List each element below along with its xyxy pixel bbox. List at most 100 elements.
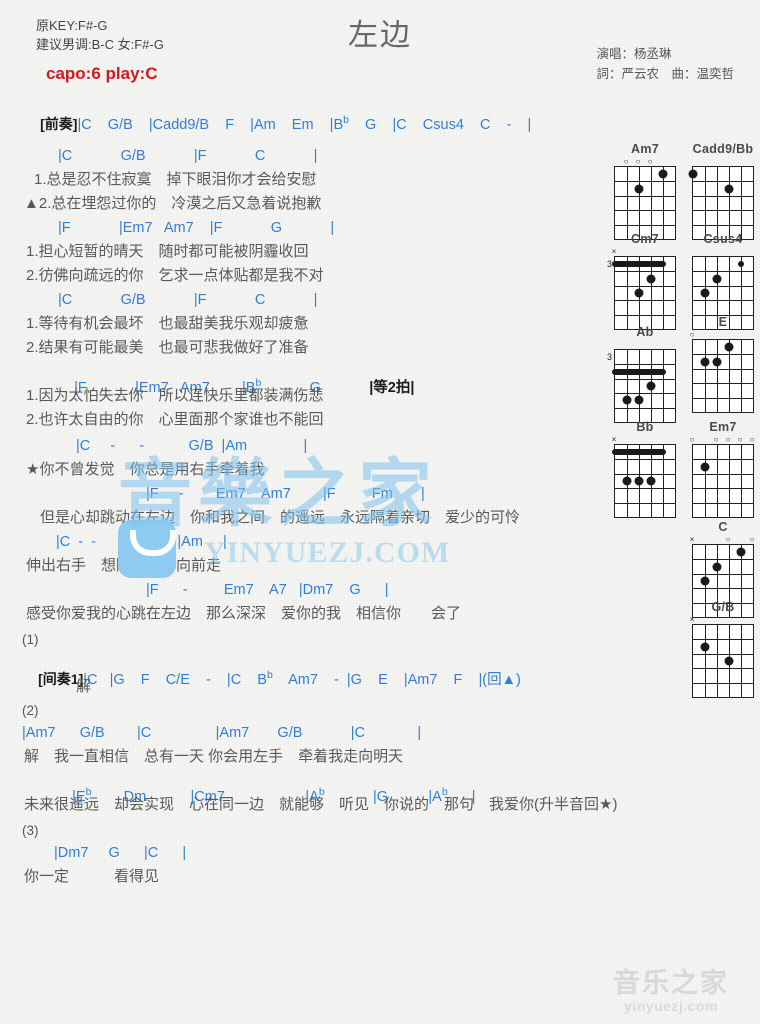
- fretboard: [688, 166, 754, 240]
- barre-bar: [612, 368, 666, 375]
- chord-diagram-am7: Am7 ○ ○ ○: [614, 142, 676, 240]
- barre-bar: [612, 449, 666, 456]
- interlude-chords: |C |G F C/E - |C B: [83, 672, 267, 688]
- chord-diagram-label: C: [718, 520, 728, 534]
- chord-diagram-label: Em7: [709, 420, 737, 434]
- chord-diagram-grid: ×: [612, 435, 676, 518]
- open-string-icon: ○: [623, 157, 629, 166]
- open-mute-markers: × ○ ○: [689, 535, 755, 544]
- chord-diagram-grid: × 3: [607, 247, 676, 330]
- fret-number: 3: [606, 259, 612, 270]
- chord-diagram-label: Csus4: [703, 232, 743, 246]
- fretboard: [614, 166, 676, 240]
- finger-dot: [634, 184, 644, 194]
- interlude-lyric: 解: [76, 678, 92, 695]
- barre-bar: [612, 261, 666, 268]
- verse3-lyric-1: 你一定 看得见: [24, 868, 160, 885]
- chord-diagram-grid: ○ ○ ○ ○ ○: [689, 435, 755, 518]
- finger-dot: [700, 357, 710, 367]
- chord-diagram-em7: Em7 ○ ○ ○ ○ ○: [689, 420, 755, 518]
- finger-dot: [634, 288, 644, 298]
- verse1-chords-1: |C G/B |F C |: [58, 148, 318, 164]
- verse1-lyric-6: 2.结果有可能最美 也最可悲我做好了准备: [26, 339, 309, 356]
- verse1-lyric-7: 1.因为太怕失去你 所以连快乐里都装满伤悲: [26, 387, 324, 404]
- open-mute-markers: ○ ○ ○ ○ ○: [689, 435, 755, 444]
- watermark-corner-en: yinyuezj.com: [624, 998, 718, 1014]
- finger-dot: [646, 274, 656, 284]
- intro-chords-cont: G |C Csus4 C - |: [348, 117, 532, 133]
- open-string-icon: ○: [737, 435, 743, 444]
- credits: 演唱：杨丞琳 詞：严云农 曲：温奕哲: [596, 44, 734, 84]
- open-mute-markers: ×: [689, 615, 754, 624]
- intro-chords: |C G/B |Cadd9/B F |Am Em |B: [77, 117, 344, 133]
- finger-dot: [658, 169, 668, 179]
- verse3-chords-1: |Dm7 G |C |: [54, 845, 187, 861]
- verse1-lyric-1: 1.总是忍不住寂寞 掉下眼泪你才会给安慰: [34, 171, 317, 188]
- open-string-icon: ○: [749, 535, 755, 544]
- chord-diagram-label: G/B: [711, 600, 735, 614]
- verse1-lyric-8: 2.也许太自由的你 心里面那个家谁也不能回: [26, 411, 324, 428]
- chord-diagram-e: E ○: [690, 315, 754, 413]
- finger-dot: [724, 184, 734, 194]
- finger-dot: [688, 169, 698, 179]
- open-string-icon: ○: [689, 435, 695, 444]
- singer: 演唱：杨丞琳: [596, 47, 672, 61]
- fretboard: [692, 339, 754, 413]
- fretboard: 3: [607, 256, 676, 330]
- watermark-center-en: YINYUEZJ.COM: [204, 536, 451, 569]
- verse1-chords-2: |F |Em7 Am7 |F G |: [58, 220, 335, 236]
- open-string-icon: ○: [725, 535, 731, 544]
- fretboard: [612, 444, 676, 518]
- chord-diagram-ab: Ab 3: [607, 325, 676, 423]
- chord-diagram-label: Cm7: [631, 232, 659, 246]
- muted-string-icon: ×: [611, 247, 617, 256]
- muted-string-icon: ×: [689, 615, 695, 624]
- open-mute-markers: [692, 247, 754, 256]
- verse1-chords-3: |C G/B |F C |: [58, 292, 318, 308]
- finger-dot: [712, 357, 722, 367]
- interlude-chords-cont: Am7 - |G E |Am7 F |(回▲): [272, 672, 521, 688]
- marker-2: (2): [22, 703, 39, 718]
- chord-diagram-cm7: Cm7 × 3: [607, 232, 676, 330]
- marker-1: (1): [22, 632, 39, 647]
- open-mute-markers: [614, 340, 676, 349]
- chord-diagram-grid: ○ ○ ○: [614, 157, 676, 240]
- chord-diagram-cadd9-bb: Cadd9/Bb: [688, 142, 754, 240]
- chord-diagram-grid: 3: [607, 340, 676, 423]
- finger-dot: [634, 476, 644, 486]
- chord-diagram-label: Bb: [636, 420, 654, 434]
- open-string-icon: ○: [749, 435, 755, 444]
- chord-diagram-label: E: [718, 315, 728, 329]
- finger-dot: [724, 656, 734, 666]
- capo-info: capo:6 play:C: [46, 64, 158, 83]
- verse1-lyric-3: 1.担心短暂的晴天 随时都可能被阴霾收回: [26, 243, 309, 260]
- finger-dot: [736, 547, 746, 557]
- open-string-icon: ○: [713, 435, 719, 444]
- open-string-icon: ○: [647, 157, 653, 166]
- finger-dot: [634, 395, 644, 405]
- chord-diagram-g-b: G/B ×: [689, 600, 754, 698]
- chord-diagram-label: Ab: [636, 325, 654, 339]
- open-mute-markers: ○ ○ ○: [614, 157, 676, 166]
- muted-string-icon: ×: [689, 535, 695, 544]
- finger-dot: [646, 476, 656, 486]
- fretboard: [692, 444, 754, 518]
- watermark-center: 音樂之家 YINYUEZJ.COM: [118, 452, 558, 572]
- fret-number: 3: [606, 352, 612, 363]
- watermark-corner: 音乐之家 yinyuezj.com: [596, 968, 746, 1014]
- verse2-lyric-2: 未来很遥远 却会实现 心在同一边 就能够 听见 你说的 那句 我爱你(升半音回★…: [24, 796, 618, 813]
- intro-line: [前奏]|C G/B |Cadd9/B F |Am Em |Bb G |C Cs…: [24, 100, 531, 149]
- interlude-line: [间奏1]|C |G F C/E - |C Bb Am7 - |G E |Am7…: [22, 655, 521, 704]
- writers: 詞：严云农 曲：温奕哲: [596, 67, 734, 81]
- open-mute-markers: [692, 157, 754, 166]
- finger-dot: [712, 562, 722, 572]
- open-mute-markers: ○: [690, 330, 754, 339]
- barre-bar: [738, 261, 744, 268]
- chorus-lyric-4: 感受你爱我的心跳在左边 那么深深 爱你的我 相信你 会了: [26, 605, 462, 622]
- verse1-lyric-4: 2.彷佛向疏远的你 乞求一点体贴都是我不对: [26, 267, 324, 284]
- open-mute-markers: ×: [611, 247, 676, 256]
- open-mute-markers: ×: [612, 435, 676, 444]
- chord-diagram-label: Cadd9/Bb: [692, 142, 754, 156]
- verse2-lyric-1: 解 我一直相信 总有一天 你会用左手 牵着我走向明天: [24, 748, 404, 765]
- open-string-icon: ○: [725, 435, 731, 444]
